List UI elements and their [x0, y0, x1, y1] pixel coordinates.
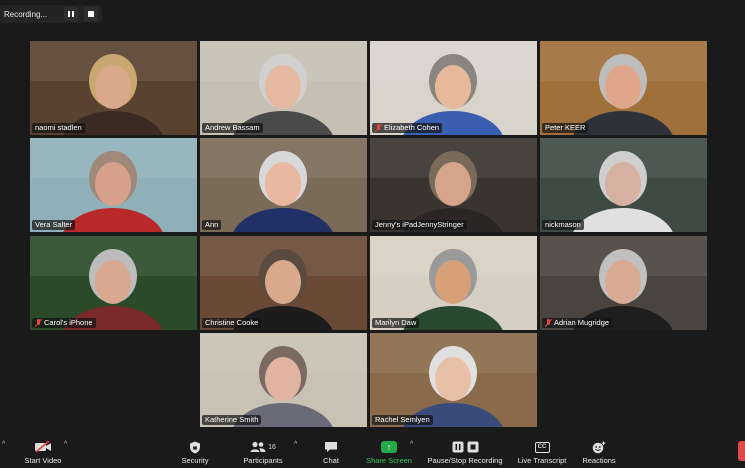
share-screen-label: Share Screen	[366, 456, 412, 465]
participant-tile[interactable]: Peter KEER	[540, 41, 707, 135]
closed-captions-icon: CC	[534, 441, 550, 453]
participant-name: Marilyn Daw	[375, 318, 417, 327]
participant-video	[30, 236, 197, 330]
participant-name: Elizabeth Cohen	[384, 123, 440, 132]
participant-tile[interactable]: Elizabeth Cohen	[370, 41, 537, 135]
participant-name: nickmason	[545, 220, 581, 229]
participant-video	[200, 138, 367, 232]
participant-name: naomi stadlen	[35, 123, 82, 132]
participant-tile[interactable]: Ann	[200, 138, 367, 232]
participant-name: Adrian Mugridge	[554, 318, 610, 327]
pause-stop-recording-label: Pause/Stop Recording	[427, 456, 503, 465]
participant-name: Jenny's iPadJennyStringer	[375, 220, 464, 229]
participant-name: Carol's iPhone	[44, 318, 93, 327]
participant-name: Christine Cooke	[205, 318, 259, 327]
participant-name: Rachel Semlyen	[375, 415, 430, 424]
participant-nametag: Peter KEER	[542, 123, 589, 133]
stop-icon	[88, 11, 94, 17]
pause-stop-recording-button[interactable]: Pause/Stop Recording	[424, 435, 506, 468]
recording-status: Recording...	[4, 9, 48, 19]
meeting-toolbar: ^ Start Video ^ Security 16 Participants…	[0, 435, 745, 468]
participants-options-caret[interactable]: ^	[294, 441, 297, 448]
participant-video	[200, 333, 367, 427]
chat-label: Chat	[323, 456, 339, 465]
participant-video	[370, 333, 537, 427]
video-grid: naomi stadlen Andrew Bassam Elizabeth Cohe…	[0, 0, 745, 435]
participant-name: Vera Salter	[35, 220, 73, 229]
participants-button[interactable]: 16 Participants	[240, 435, 286, 468]
muted-mic-icon	[35, 319, 42, 327]
audio-options-caret[interactable]: ^	[2, 441, 5, 448]
participant-video	[540, 138, 707, 232]
security-label: Security	[181, 456, 209, 465]
participant-nametag: Marilyn Daw	[372, 318, 420, 328]
live-transcript-label: Live Transcript	[517, 456, 567, 465]
share-screen-button[interactable]: ↑ Share Screen	[364, 435, 414, 468]
participant-nametag: nickmason	[542, 220, 584, 230]
participant-tile[interactable]: Vera Salter	[30, 138, 197, 232]
participant-nametag: Christine Cooke	[202, 318, 262, 328]
participant-video	[200, 236, 367, 330]
video-options-caret[interactable]: ^	[64, 441, 67, 448]
participant-tile[interactable]: nickmason	[540, 138, 707, 232]
participants-count: 16	[268, 443, 276, 451]
participant-tile[interactable]: Jenny's iPadJennyStringer	[370, 138, 537, 232]
shield-icon	[189, 440, 201, 454]
participant-video	[370, 236, 537, 330]
participant-name: Ann	[205, 220, 219, 229]
participant-tile[interactable]: Adrian Mugridge	[540, 236, 707, 330]
participant-nametag: naomi stadlen	[32, 123, 85, 133]
chat-icon	[324, 440, 338, 454]
participant-name: Andrew Bassam	[205, 123, 260, 132]
reactions-button[interactable]: Reactions	[580, 435, 618, 468]
live-transcript-button[interactable]: CC Live Transcript	[514, 435, 570, 468]
video-off-icon	[34, 440, 52, 454]
participant-tile[interactable]: Andrew Bassam	[200, 41, 367, 135]
participant-nametag: Adrian Mugridge	[542, 318, 613, 328]
participant-video	[540, 41, 707, 135]
participant-tile[interactable]: Katherine Smith	[200, 333, 367, 427]
participant-video	[540, 236, 707, 330]
participant-name: Katherine Smith	[205, 415, 259, 424]
participant-nametag: Rachel Semlyen	[372, 415, 433, 425]
end-meeting-button[interactable]	[738, 441, 745, 461]
participant-video	[370, 41, 537, 135]
start-video-label: Start Video	[24, 456, 62, 465]
record-controls-icon	[452, 440, 479, 454]
muted-mic-icon	[545, 319, 552, 327]
participant-tile[interactable]: Marilyn Daw	[370, 236, 537, 330]
participant-tile[interactable]: Carol's iPhone	[30, 236, 197, 330]
chat-button[interactable]: Chat	[316, 435, 346, 468]
share-screen-icon: ↑	[381, 441, 397, 453]
participant-nametag: Andrew Bassam	[202, 123, 263, 133]
participant-nametag: Ann	[202, 220, 222, 230]
pause-recording-button[interactable]	[64, 7, 78, 21]
participant-nametag: Katherine Smith	[202, 415, 262, 425]
participants-label: Participants	[243, 456, 283, 465]
pause-icon	[68, 11, 74, 17]
recording-indicator: Recording...	[0, 5, 102, 23]
share-options-caret[interactable]: ^	[410, 441, 413, 448]
participant-nametag: Carol's iPhone	[32, 318, 96, 328]
stop-recording-button[interactable]	[84, 7, 98, 21]
smiley-plus-icon	[592, 440, 606, 454]
participant-tile[interactable]: Rachel Semlyen	[370, 333, 537, 427]
participant-tile[interactable]: Christine Cooke	[200, 236, 367, 330]
participant-nametag: Vera Salter	[32, 220, 76, 230]
security-button[interactable]: Security	[176, 435, 214, 468]
participant-nametag: Elizabeth Cohen	[372, 123, 443, 133]
reactions-label: Reactions	[582, 456, 616, 465]
participant-video	[370, 138, 537, 232]
participant-nametag: Jenny's iPadJennyStringer	[372, 220, 467, 230]
participant-name: Peter KEER	[545, 123, 586, 132]
people-icon	[250, 441, 266, 452]
start-video-button[interactable]: Start Video	[20, 435, 66, 468]
participant-tile[interactable]: naomi stadlen	[30, 41, 197, 135]
participant-video	[30, 41, 197, 135]
participant-video	[30, 138, 197, 232]
muted-mic-icon	[375, 124, 382, 132]
participant-video	[200, 41, 367, 135]
